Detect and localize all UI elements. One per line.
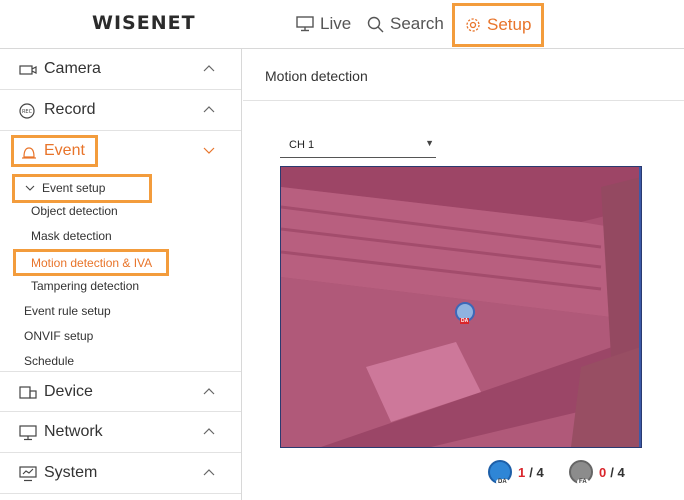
da-current-count: 1 [518, 464, 526, 480]
sidebar-item-record[interactable]: REC Record [0, 90, 241, 131]
channel-select-value: CH 1 [289, 139, 315, 151]
failure-area-counter: FA 0 / 4 [569, 459, 625, 485]
sub-item-label: Event setup [42, 181, 106, 195]
sidebar-item-system[interactable]: System [0, 453, 241, 494]
nav-search-label: Search [390, 14, 444, 33]
failure-area-icon: FA [569, 460, 593, 485]
sub-item-object-detection[interactable]: Object detection [31, 204, 118, 218]
nav-live[interactable]: Live [296, 11, 351, 37]
sidebar-item-label: Device [44, 383, 93, 400]
marker-label: DA [460, 318, 470, 324]
sub-item-event-setup[interactable]: Event setup [12, 174, 152, 203]
sub-item-motion-detection[interactable]: Motion detection & IVA [13, 249, 169, 276]
sidebar-item-label: System [44, 464, 98, 481]
divider [243, 100, 684, 101]
sidebar-item-label: Camera [44, 60, 101, 77]
sidebar-item-network[interactable]: Network [0, 412, 241, 453]
sub-item-tampering-detection[interactable]: Tampering detection [31, 279, 139, 293]
fa-current-count: 0 [599, 464, 607, 480]
camera-icon [19, 65, 37, 75]
sub-item-mask-detection[interactable]: Mask detection [31, 229, 112, 243]
fa-badge-label: FA [577, 479, 589, 485]
nav-live-label: Live [320, 14, 352, 33]
detection-area-marker[interactable]: DA [455, 302, 475, 324]
system-icon [19, 466, 37, 482]
sidebar-item-label: Network [44, 423, 103, 440]
sidebar-item-camera[interactable]: Camera [0, 49, 241, 90]
sub-item-schedule[interactable]: Schedule [24, 354, 74, 368]
preview-edge [639, 167, 641, 447]
search-icon [367, 16, 384, 32]
chevron-up-icon [203, 428, 215, 435]
monitor-icon [296, 16, 314, 32]
wisenet-logo: WISENET [92, 12, 196, 34]
chevron-up-icon [203, 65, 215, 72]
sub-item-label: Motion detection & IVA [31, 256, 153, 270]
device-icon [19, 386, 37, 399]
sidebar-item-device[interactable]: Device [0, 371, 241, 412]
page-title: Motion detection [265, 68, 368, 84]
chevron-up-icon [203, 469, 215, 476]
sub-item-onvif-setup[interactable]: ONVIF setup [24, 329, 93, 343]
nav-setup-label: Setup [487, 15, 532, 34]
record-icon: REC [19, 103, 35, 119]
chevron-down-icon [25, 185, 35, 191]
fa-total-count: / 4 [610, 464, 625, 480]
sidebar-item-label: Record [44, 101, 96, 118]
da-badge-label: DA [496, 479, 509, 485]
chevron-up-icon [203, 388, 215, 395]
detection-area-icon: DA [488, 460, 512, 485]
chevron-up-icon [203, 106, 215, 113]
nav-search[interactable]: Search [367, 11, 444, 37]
channel-select[interactable]: CH 1 ▼ [280, 135, 436, 158]
nav-setup[interactable]: Setup [452, 3, 545, 47]
detection-area-counter: DA 1 / 4 [488, 459, 544, 485]
top-header: WISENET Live Search Setup [0, 0, 684, 49]
dropdown-arrow-icon: ▼ [425, 138, 434, 148]
chevron-down-icon [203, 147, 215, 154]
gear-icon [466, 18, 480, 32]
sub-item-event-rule-setup[interactable]: Event rule setup [24, 304, 111, 318]
event-highlight-box [11, 135, 98, 167]
monitor-icon [19, 425, 37, 441]
da-total-count: / 4 [529, 464, 544, 480]
svg-text:REC: REC [22, 109, 33, 115]
